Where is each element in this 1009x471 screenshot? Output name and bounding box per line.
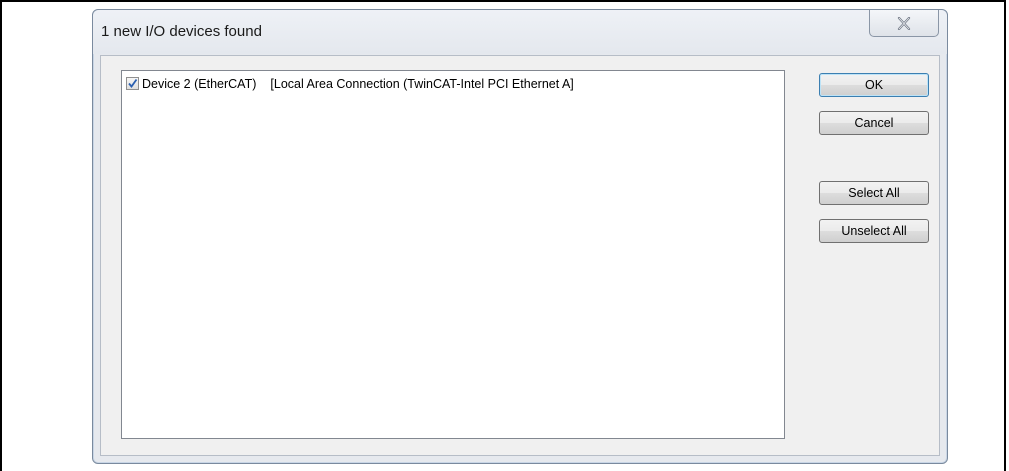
close-icon [897,16,911,30]
unselect-all-button[interactable]: Unselect All [819,219,929,243]
device-connection: [Local Area Connection (TwinCAT-Intel PC… [270,76,574,91]
list-item[interactable]: Device 2 (EtherCAT) [Local Area Connecti… [126,75,574,92]
cancel-button[interactable]: Cancel [819,111,929,135]
device-list[interactable]: Device 2 (EtherCAT) [Local Area Connecti… [121,70,785,439]
dialog-window: 1 new I/O devices found Device 2 (EtherC… [92,9,948,464]
dialog-body: Device 2 (EtherCAT) [Local Area Connecti… [100,55,940,456]
select-all-button[interactable]: Select All [819,181,929,205]
ok-button[interactable]: OK [819,73,929,97]
device-name: Device 2 (EtherCAT) [142,76,257,91]
title-bar[interactable]: 1 new I/O devices found [93,10,947,54]
dialog-title: 1 new I/O devices found [101,23,262,40]
device-checkbox[interactable] [126,77,139,90]
check-icon [128,78,138,88]
close-button[interactable] [869,10,939,37]
